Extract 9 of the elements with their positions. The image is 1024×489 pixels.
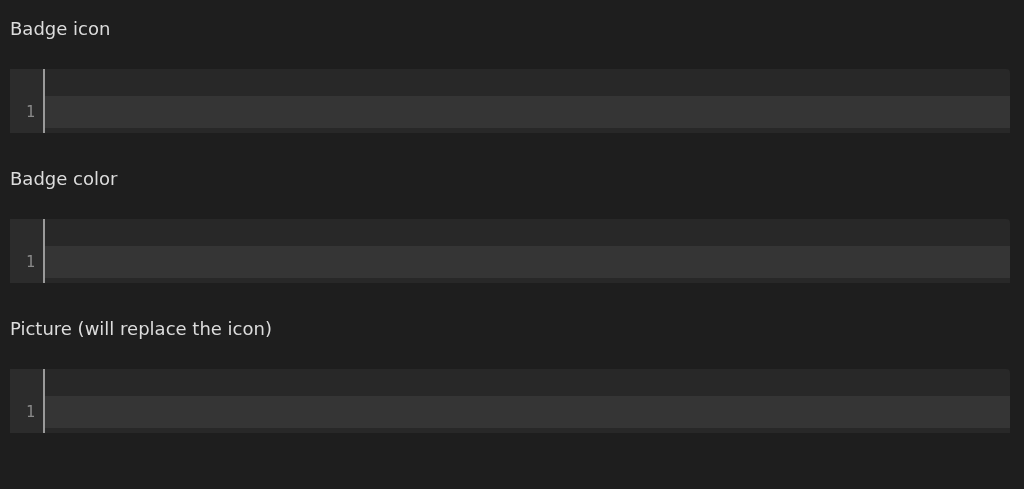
- code-editor[interactable]: 1: [10, 219, 1010, 283]
- field-label: Badge icon: [10, 17, 111, 41]
- line-number: 1: [24, 102, 36, 123]
- field-label: Picture (will replace the icon): [10, 317, 272, 341]
- line-number: 1: [24, 252, 36, 273]
- field-label: Badge color: [10, 167, 118, 191]
- code-editor[interactable]: 1: [10, 69, 1010, 133]
- code-editor[interactable]: 1: [10, 369, 1010, 433]
- line-number: 1: [24, 402, 36, 423]
